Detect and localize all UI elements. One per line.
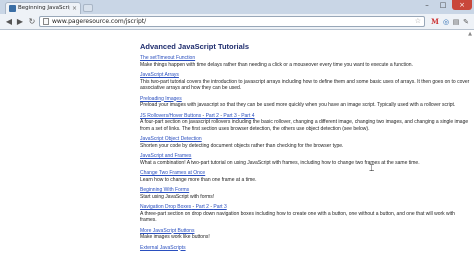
bookmark-star-icon[interactable]: ☆ [415,17,421,26]
tutorial-description: Make things happen with time delays rath… [140,61,413,68]
new-tab-button[interactable] [83,4,93,12]
tutorial-entry: JavaScript and Frames What a combination!… [140,153,470,166]
tutorial-entry: Beginning With Forms Start using JavaScri… [140,187,470,200]
tutorial-description: Make images work like buttons! [140,234,210,240]
page-icon [43,18,49,25]
tutorial-entry: Navigation Drop Boxes - Part 2 - Part 3A… [140,204,470,224]
tutorial-description: A three-part section on drop down naviga… [140,210,455,224]
tutorial-description: Shorten your code by detecting document … [140,142,344,149]
back-icon[interactable]: ◀ [4,17,14,27]
tutorial-entry: More JavaScript Buttons Make images work … [140,228,470,241]
tutorial-list: Advanced JavaScript Tutorials The setTim… [140,42,470,255]
tutorial-link[interactable]: More JavaScript Buttons [140,228,194,234]
mouse-cursor-icon: ⌶ [369,164,375,174]
tutorial-description: Start using JavaScript with forms! [140,193,215,200]
address-bar[interactable]: www.pageresource.com/jscript/ ☆ [39,16,425,27]
gmail-icon[interactable]: M [430,17,440,27]
entries-container: The setTimeout Function Make things happe… [140,55,470,251]
scroll-up-icon[interactable]: ▲ [467,31,473,37]
page-title: Advanced JavaScript Tutorials [140,42,250,51]
tutorial-description: A four-part section on javascript rollov… [140,119,469,132]
browser-toolbar: ◀ ▶ ↻ www.pageresource.com/jscript/ ☆ M … [0,14,474,30]
extension-icon[interactable]: ◎ [441,17,451,27]
tutorial-link[interactable]: JS Rollovers/Hover Buttons [140,113,201,119]
tab-close-icon[interactable]: × [72,4,77,13]
tutorial-entry: JS Rollovers/Hover Buttons - Part 2 - Pa… [140,113,470,133]
tutorial-link[interactable]: The setTimeout Function [140,55,195,61]
tutorial-link[interactable]: Part 2 [206,113,219,119]
tutorial-link[interactable]: Navigation Drop Boxes [140,204,191,210]
page-content: Advanced JavaScript Tutorials The setTim… [0,30,474,266]
tutorial-entry: External JavaScripts [140,245,470,252]
tutorial-link[interactable]: JavaScript and Frames [140,153,191,159]
tutorial-entry: The setTimeout Function Make things happe… [140,55,470,68]
tutorial-link[interactable]: Part 2 [196,204,209,210]
minimize-button[interactable]: – [420,0,434,10]
tutorial-link[interactable]: External JavaScripts [140,245,186,251]
favicon-icon [9,5,16,12]
wrench-menu-icon[interactable]: ✎ [462,17,470,27]
close-window-button[interactable]: × [452,0,472,10]
title-bar: Beginning JavaScript Tuto × – □ × [0,0,474,14]
reload-icon[interactable]: ↻ [27,17,37,27]
tutorial-entry: Preloading Images Preload your images wit… [140,96,470,109]
tutorial-description: This two-part tutorial covers the introd… [140,78,470,92]
tutorial-link[interactable]: Part 4 [241,113,254,119]
page-menu-icon[interactable]: ▤ [452,17,460,27]
tutorial-links: External JavaScripts [140,245,470,252]
browser-window: Beginning JavaScript Tuto × – □ × ◀ ▶ ↻ … [0,0,474,266]
url-text[interactable]: www.pageresource.com/jscript/ [52,17,146,26]
tutorial-link[interactable]: Part 3 [223,113,236,119]
tutorial-link[interactable]: JavaScript Object Detection [140,136,202,142]
tutorial-entry: Change Two Frames at Once Learn how to ch… [140,170,470,183]
tutorial-link[interactable]: Preloading Images [140,96,182,102]
tutorial-link[interactable]: JavaScript Arrays [140,72,179,78]
browser-tab[interactable]: Beginning JavaScript Tuto × [5,2,81,14]
tutorial-entry: JavaScript Arrays This two-part tutorial … [140,72,470,92]
tutorial-link[interactable]: Change Two Frames at Once [140,170,205,176]
tutorial-description: Preload your images with javascript so t… [140,102,456,108]
tutorial-description: What a combination! A two-part tutorial … [140,159,420,166]
tutorial-description: Learn how to change more than one frame … [140,176,257,183]
tutorial-link[interactable]: Beginning With Forms [140,187,189,193]
maximize-button[interactable]: □ [436,0,450,10]
forward-icon[interactable]: ▶ [15,17,25,27]
tab-title: Beginning JavaScript Tuto [18,5,70,11]
tutorial-entry: JavaScript Object Detection Shorten your … [140,136,470,149]
tutorial-link[interactable]: Part 3 [213,204,226,210]
